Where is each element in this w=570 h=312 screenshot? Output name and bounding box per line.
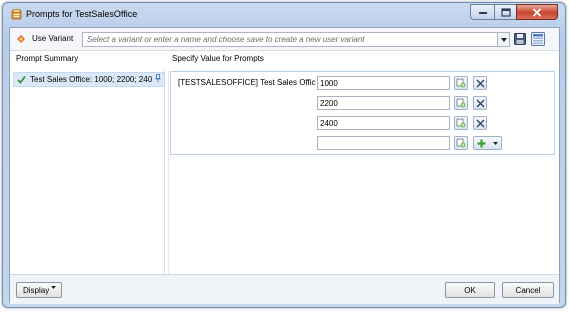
prompt-icon	[11, 9, 22, 20]
variant-placeholder: Select a variant or enter a name and cho…	[87, 35, 365, 44]
variant-icon	[17, 35, 25, 43]
remove-value-button[interactable]	[473, 96, 487, 110]
remove-icon	[476, 119, 484, 127]
chevron-down-icon	[500, 37, 507, 42]
close-button[interactable]	[516, 4, 558, 20]
prompt-value-panel: [TESTSALESOFFICE] Test Sales Offic 1000 …	[170, 71, 555, 155]
minimize-button[interactable]	[470, 4, 494, 20]
specify-values-heading: Specify Value for Prompts	[172, 54, 264, 63]
value-help-button[interactable]	[454, 136, 468, 150]
window-title: Prompts for TestSalesOffice	[26, 9, 138, 19]
pane-splitter[interactable]	[168, 70, 169, 274]
chevron-down-icon	[493, 142, 498, 145]
value-help-button[interactable]	[454, 96, 468, 110]
value-input[interactable]	[317, 136, 450, 150]
maximize-button[interactable]	[494, 4, 516, 20]
value-help-button[interactable]	[454, 116, 468, 130]
layout-icon[interactable]	[531, 32, 545, 46]
dialog-content: Use Variant Select a variant or enter a …	[9, 27, 560, 304]
display-button-label: Display	[23, 285, 50, 295]
value-input[interactable]: 1000	[317, 76, 450, 90]
value-help-icon	[456, 138, 466, 148]
add-value-button[interactable]	[473, 136, 502, 150]
prompt-label: [TESTSALESOFFICE] Test Sales Offic	[178, 78, 316, 87]
remove-icon	[476, 99, 484, 107]
display-button[interactable]: Display	[16, 282, 62, 298]
ok-button-label: OK	[464, 285, 476, 295]
cancel-button-label: Cancel	[515, 285, 541, 295]
title-bar[interactable]: Prompts for TestSalesOffice	[3, 3, 565, 27]
value-help-icon	[456, 118, 466, 128]
remove-icon	[476, 79, 484, 87]
variant-dropdown-button[interactable]	[497, 33, 509, 46]
dialog-footer: Display OK Cancel	[10, 274, 559, 304]
remove-value-button[interactable]	[473, 116, 487, 130]
value-text: 2400	[320, 119, 338, 128]
save-icon[interactable]	[514, 33, 526, 45]
value-help-button[interactable]	[454, 76, 468, 90]
close-icon	[532, 7, 542, 17]
ok-button[interactable]: OK	[445, 282, 495, 298]
prompt-summary-heading: Prompt Summary	[16, 54, 79, 63]
variant-label: Use Variant	[32, 34, 74, 43]
variant-combobox[interactable]: Select a variant or enter a name and cho…	[82, 32, 510, 47]
chevron-down-icon	[51, 286, 56, 289]
pin-icon[interactable]	[155, 74, 161, 83]
value-text: 1000	[320, 79, 338, 88]
summary-item[interactable]: Test Sales Office: 1000; 2200; 240	[13, 72, 165, 87]
window-controls	[470, 4, 558, 20]
check-icon	[17, 76, 26, 84]
summary-item-label: Test Sales Office: 1000; 2200; 240	[30, 75, 153, 84]
prompt-summary-list: Test Sales Office: 1000; 2200; 240	[12, 70, 165, 274]
add-icon	[477, 139, 486, 148]
value-help-icon	[456, 78, 466, 88]
remove-value-button[interactable]	[473, 76, 487, 90]
maximize-icon	[500, 7, 511, 17]
minimize-icon	[478, 12, 487, 14]
prompts-window: Prompts for TestSalesOffice Use Variant …	[2, 2, 566, 308]
value-input[interactable]: 2200	[317, 96, 450, 110]
value-text: 2200	[320, 99, 338, 108]
cancel-button[interactable]: Cancel	[502, 282, 554, 298]
value-input[interactable]: 2400	[317, 116, 450, 130]
variant-bar: Use Variant Select a variant or enter a …	[10, 28, 559, 51]
value-help-icon	[456, 98, 466, 108]
